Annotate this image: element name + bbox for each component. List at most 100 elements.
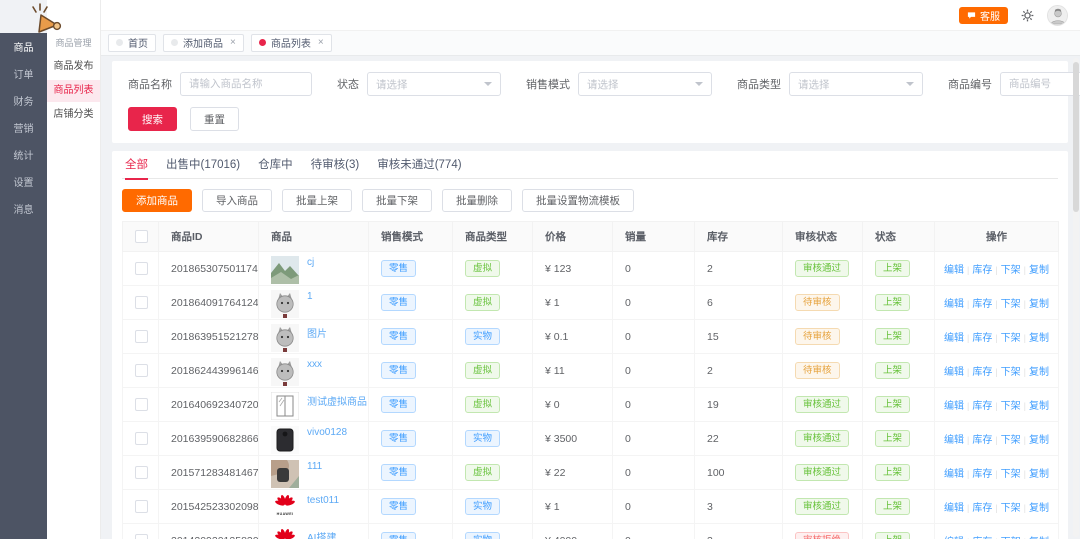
sidebar-item-6[interactable]: 消息 (0, 197, 47, 224)
page-tab-2[interactable]: 商品列表 × (250, 33, 332, 52)
row-action-edit[interactable]: 编辑 (944, 265, 964, 276)
product-name-link[interactable]: 测试虚拟商品 (307, 393, 367, 408)
submenu-item-0[interactable]: 商品发布 (47, 56, 100, 78)
row-action-edit[interactable]: 编辑 (944, 503, 964, 514)
row-action-edit[interactable]: 编辑 (944, 401, 964, 412)
toolbar-button-2[interactable]: 批量上架 (282, 189, 352, 212)
tab-close-icon[interactable]: × (318, 37, 324, 48)
product-name-link[interactable]: 111 (307, 461, 322, 472)
row-action-copy[interactable]: 复制 (1029, 333, 1049, 344)
submenu-item-2[interactable]: 店铺分类 (47, 104, 100, 126)
page-tab-0[interactable]: 首页 (108, 33, 156, 52)
product-id: 2014209201258303489 (158, 523, 259, 539)
filter-select-3[interactable]: 请选择 (789, 72, 923, 96)
select-all-checkbox[interactable] (135, 230, 148, 243)
row-action-copy[interactable]: 复制 (1029, 469, 1049, 480)
row-checkbox[interactable] (135, 500, 148, 513)
toolbar-button-3[interactable]: 批量下架 (362, 189, 432, 212)
row-checkbox[interactable] (135, 466, 148, 479)
product-name-link[interactable]: 图片 (307, 325, 327, 340)
row-action-take-down[interactable]: 下架 (1001, 469, 1021, 480)
filter-select-2[interactable]: 请选择 (578, 72, 712, 96)
product-name-link[interactable]: AI搭建 (307, 529, 336, 539)
row-action-stock[interactable]: 库存 (972, 367, 992, 378)
row-action-stock[interactable]: 库存 (972, 299, 992, 310)
product-name-link[interactable]: 1 (307, 291, 313, 302)
sidebar-item-4[interactable]: 统计 (0, 143, 47, 170)
scrollbar-thumb[interactable] (1073, 62, 1079, 212)
row-action-stock[interactable]: 库存 (972, 503, 992, 514)
audit-status-badge: 审核通过 (795, 463, 850, 482)
row-action-take-down[interactable]: 下架 (1001, 367, 1021, 378)
row-action-take-down[interactable]: 下架 (1001, 333, 1021, 344)
row-action-edit[interactable]: 编辑 (944, 333, 964, 344)
row-action-edit[interactable]: 编辑 (944, 299, 964, 310)
row-action-copy[interactable]: 复制 (1029, 265, 1049, 276)
table-row-4: 2016406923407200258 测试虚拟商品零售 虚拟 ¥ 0019 审核通过 上… (122, 387, 1059, 422)
product-name-link[interactable]: test011 (307, 495, 339, 506)
search-button[interactable]: 搜索 (128, 107, 177, 131)
toolbar-button-5[interactable]: 批量设置物流模板 (522, 189, 634, 212)
customer-service-button[interactable]: 客服 (959, 6, 1008, 24)
page-tab-1[interactable]: 添加商品 × (163, 33, 244, 52)
filter-select-1[interactable]: 请选择 (367, 72, 501, 96)
toolbar-button-0[interactable]: 添加商品 (122, 189, 192, 212)
row-action-stock[interactable]: 库存 (972, 265, 992, 276)
secondary-sidebar: 商品管理 商品发布 商品列表 店铺分类 (47, 0, 101, 539)
toolbar-button-1[interactable]: 导入商品 (202, 189, 272, 212)
row-checkbox[interactable] (135, 534, 148, 539)
tab-close-icon[interactable]: × (230, 37, 236, 48)
row-checkbox[interactable] (135, 364, 148, 377)
status-tab-0[interactable]: 全部 (125, 151, 148, 180)
row-action-take-down[interactable]: 下架 (1001, 503, 1021, 514)
user-avatar[interactable] (1047, 4, 1068, 26)
sidebar-item-5[interactable]: 设置 (0, 170, 47, 197)
row-action-stock[interactable]: 库存 (972, 469, 992, 480)
submenu-item-1[interactable]: 商品列表 (47, 80, 100, 102)
status-tab-4[interactable]: 审核未通过(774) (377, 151, 461, 179)
product-name-link[interactable]: vivo0128 (307, 427, 347, 438)
settings-gear-icon[interactable] (1021, 9, 1034, 22)
filter-input-0[interactable] (180, 72, 312, 96)
filter-field-3: 商品类型 请选择 (737, 72, 923, 96)
row-action-copy[interactable]: 复制 (1029, 367, 1049, 378)
reset-button[interactable]: 重置 (190, 107, 239, 131)
sales: 0 (612, 251, 695, 286)
row-checkbox[interactable] (135, 432, 148, 445)
sidebar-item-3[interactable]: 营销 (0, 116, 47, 143)
product-name-link[interactable]: xxx (307, 359, 322, 370)
sales: 0 (612, 489, 695, 524)
row-checkbox[interactable] (135, 262, 148, 275)
row-action-copy[interactable]: 复制 (1029, 503, 1049, 514)
row-action-copy[interactable]: 复制 (1029, 299, 1049, 310)
row-checkbox[interactable] (135, 398, 148, 411)
action-separator: | (995, 401, 998, 411)
row-actions: 编辑|库存|下架|复制 (934, 319, 1059, 354)
toolbar-button-4[interactable]: 批量删除 (442, 189, 512, 212)
select-placeholder: 请选择 (587, 78, 619, 91)
status-tab-3[interactable]: 待审核(3) (311, 151, 360, 179)
row-action-stock[interactable]: 库存 (972, 435, 992, 446)
tab-dot-icon (116, 39, 123, 46)
vertical-scrollbar[interactable] (1073, 58, 1079, 537)
row-action-stock[interactable]: 库存 (972, 401, 992, 412)
status-tab-1[interactable]: 出售中(17016) (166, 151, 240, 179)
row-action-take-down[interactable]: 下架 (1001, 435, 1021, 446)
row-action-copy[interactable]: 复制 (1029, 401, 1049, 412)
row-action-copy[interactable]: 复制 (1029, 435, 1049, 446)
row-action-edit[interactable]: 编辑 (944, 367, 964, 378)
status-tab-2[interactable]: 仓库中 (258, 151, 293, 179)
sidebar-item-1[interactable]: 订单 (0, 62, 47, 89)
row-action-edit[interactable]: 编辑 (944, 469, 964, 480)
product-name-link[interactable]: cj (307, 257, 314, 268)
stock: 6 (694, 285, 783, 320)
row-action-take-down[interactable]: 下架 (1001, 265, 1021, 276)
row-checkbox[interactable] (135, 330, 148, 343)
sidebar-item-2[interactable]: 财务 (0, 89, 47, 116)
filter-input-4[interactable] (1000, 72, 1080, 96)
row-action-stock[interactable]: 库存 (972, 333, 992, 344)
row-checkbox[interactable] (135, 296, 148, 309)
row-action-take-down[interactable]: 下架 (1001, 401, 1021, 412)
row-action-edit[interactable]: 编辑 (944, 435, 964, 446)
row-action-take-down[interactable]: 下架 (1001, 299, 1021, 310)
